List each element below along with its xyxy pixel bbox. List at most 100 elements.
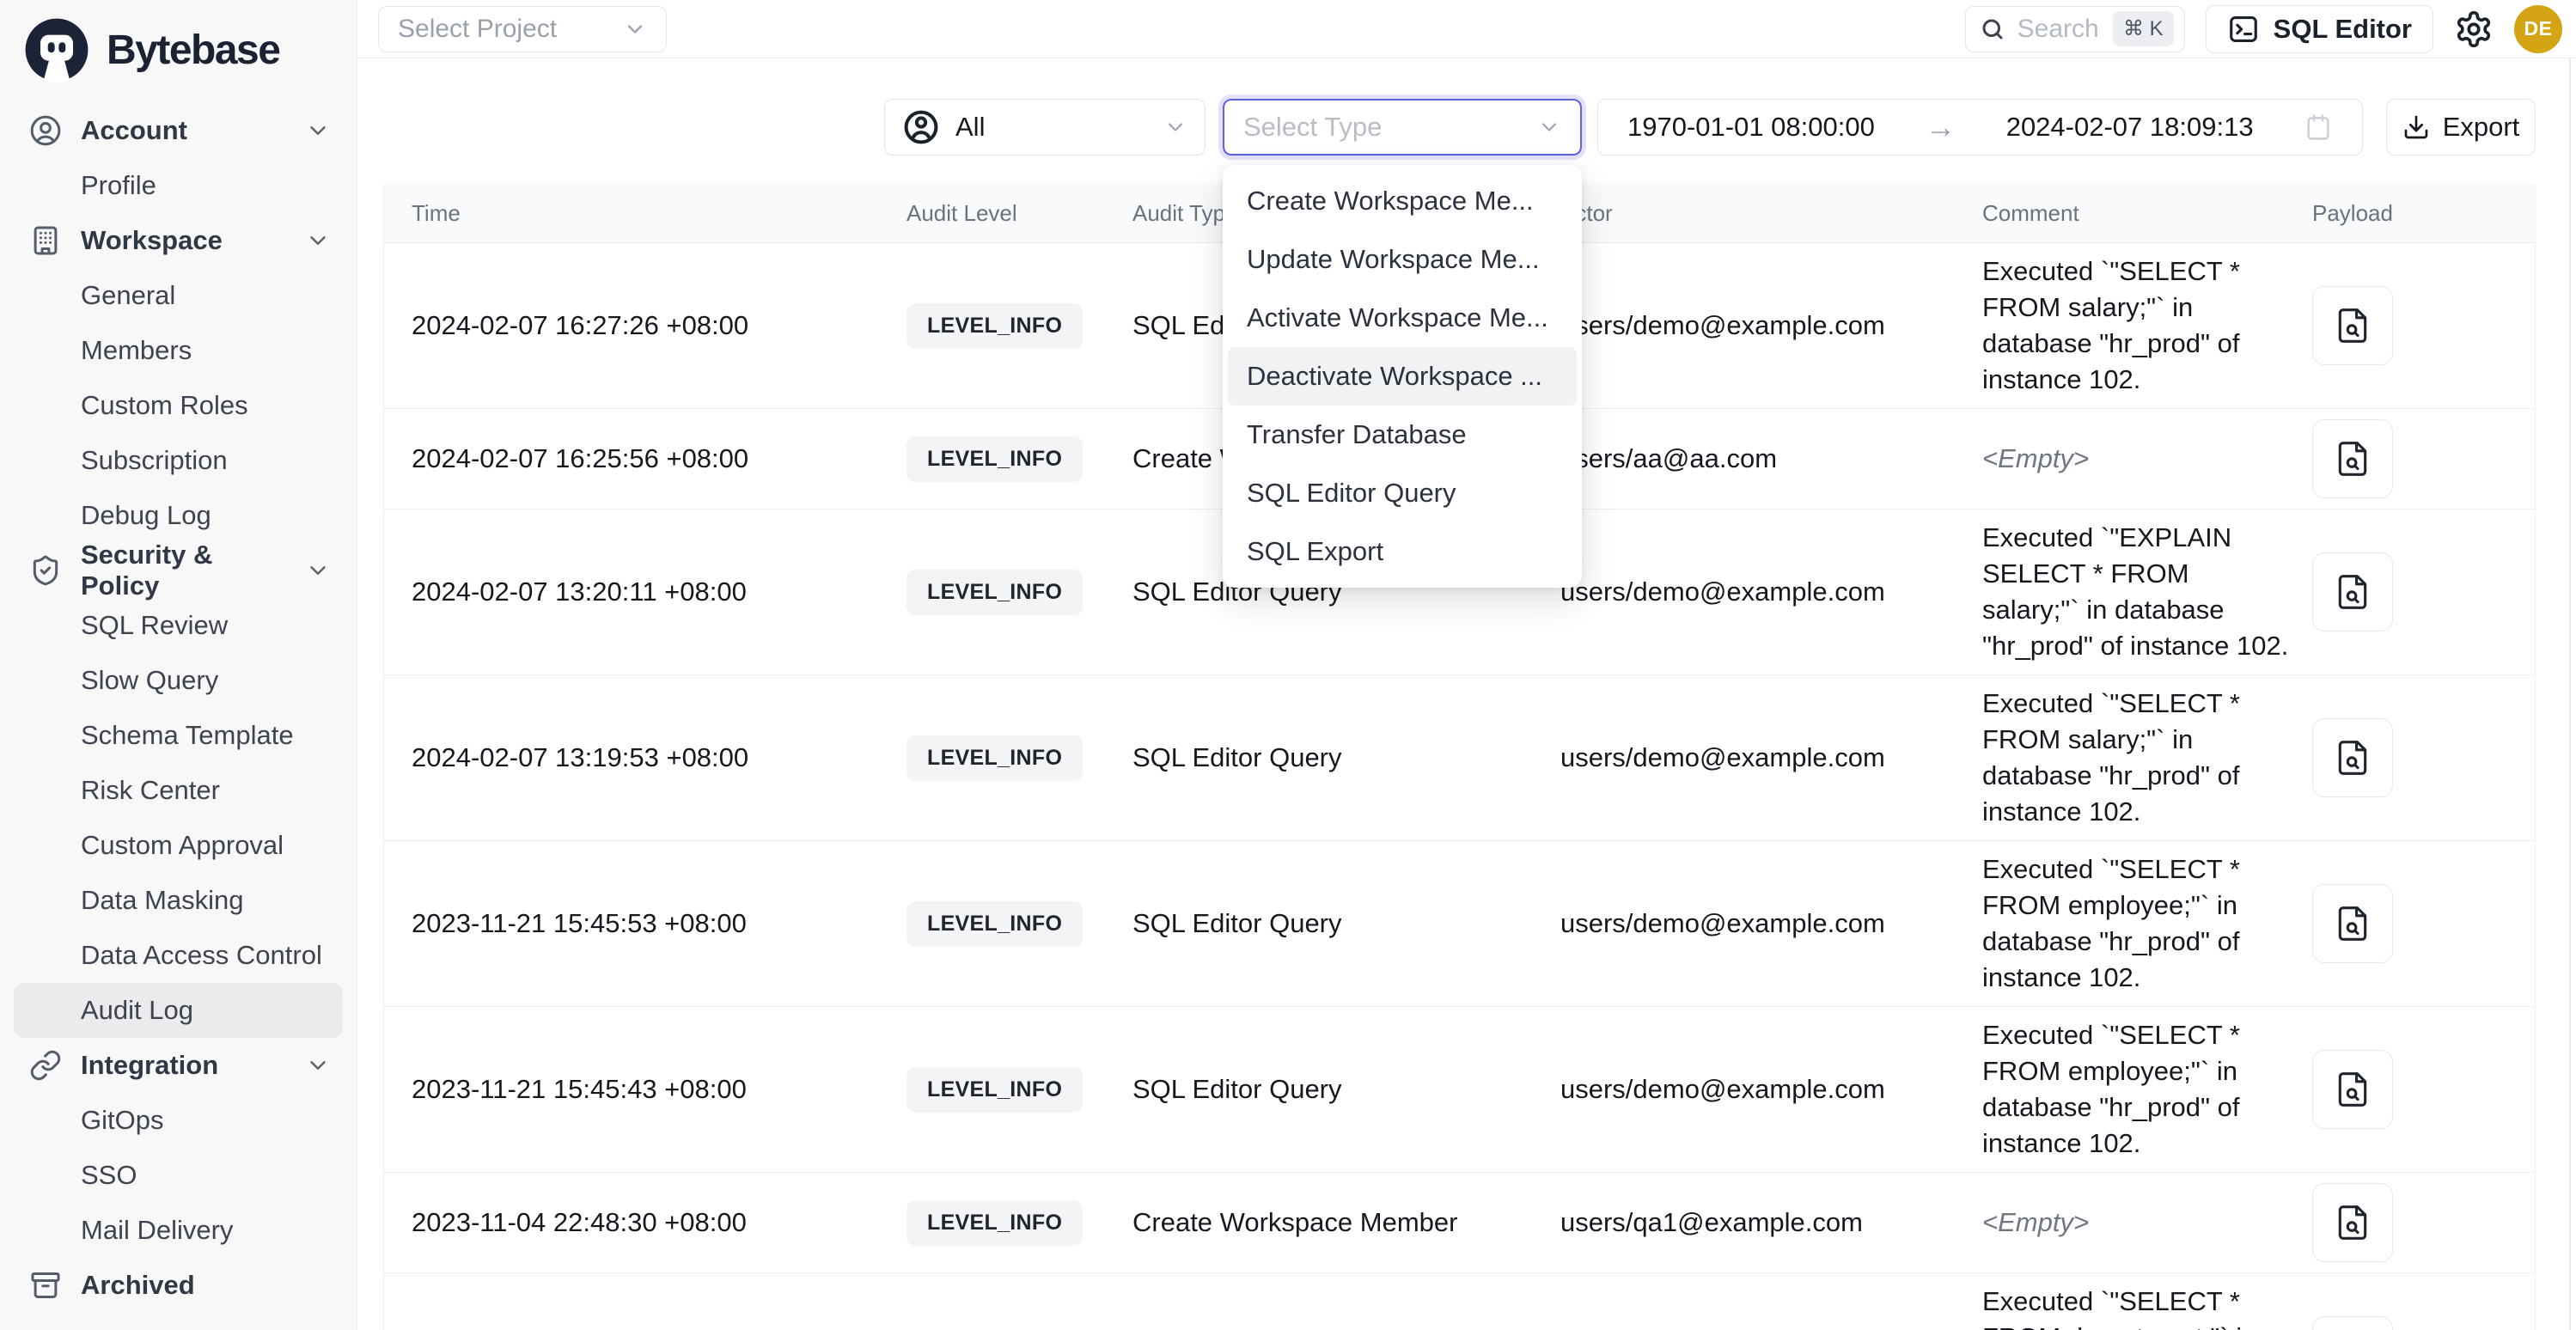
payload-view-button[interactable]: [2312, 1050, 2393, 1129]
chevron-down-icon: [305, 228, 331, 253]
sidebar-item-label: Schema Template: [81, 720, 294, 751]
table-row: 2023-11-21 15:45:53 +08:00 LEVEL_INFO SQ…: [384, 841, 2535, 1007]
topbar-right: Search ⌘ K SQL Editor DE: [1965, 5, 2562, 53]
payload-view-button[interactable]: [2312, 419, 2393, 498]
chevron-down-icon: [305, 1052, 331, 1078]
payload-view-button[interactable]: [2312, 1316, 2393, 1330]
payload-view-button[interactable]: [2312, 552, 2393, 631]
payload-view-button[interactable]: [2312, 1183, 2393, 1262]
cell-actor: users/demo@example.com: [1560, 310, 1982, 341]
sidebar-item-risk-center[interactable]: Risk Center: [0, 763, 357, 818]
sidebar-item-label: SSO: [81, 1160, 137, 1191]
file-search-icon: [2334, 1204, 2372, 1242]
actor-filter-value: All: [955, 112, 985, 143]
cell-comment: Executed `"SELECT * FROM employee;"` in …: [1982, 851, 2312, 996]
audit-level-badge: LEVEL_INFO: [906, 735, 1083, 781]
sidebar-item-account[interactable]: Account: [0, 103, 357, 158]
file-search-icon: [2334, 440, 2372, 478]
type-option-update-workspace-me[interactable]: Update Workspace Me...: [1228, 230, 1577, 289]
sidebar-item-general[interactable]: General: [0, 268, 357, 323]
actor-filter-select[interactable]: All: [884, 99, 1206, 156]
column-header-time: Time: [384, 200, 906, 227]
bytebase-logo-icon: [24, 17, 89, 82]
cell-audit-level: LEVEL_INFO: [906, 1067, 1132, 1113]
sidebar-item-security-policy[interactable]: Security & Policy: [0, 543, 357, 598]
sidebar-item-audit-log[interactable]: Audit Log: [14, 983, 343, 1038]
file-search-icon: [2334, 1071, 2372, 1108]
cell-comment: Executed `"SELECT * FROM salary;"` in da…: [1982, 686, 2312, 830]
sidebar-item-members[interactable]: Members: [0, 323, 357, 378]
sidebar-item-integration[interactable]: Integration: [0, 1038, 357, 1093]
type-filter-select[interactable]: Select Type: [1223, 99, 1582, 156]
sidebar-item-workspace[interactable]: Workspace: [0, 213, 357, 268]
search-icon: [1980, 16, 2005, 42]
terminal-icon: [2227, 13, 2260, 46]
export-label: Export: [2443, 112, 2520, 143]
sidebar-item-label: Audit Log: [81, 995, 193, 1026]
cell-comment: Executed `"EXPLAIN SELECT * FROM salary;…: [1982, 520, 2312, 664]
brand-name: Bytebase: [107, 27, 279, 74]
sql-editor-button[interactable]: SQL Editor: [2206, 5, 2433, 53]
cell-time: 2023-11-21 15:45:53 +08:00: [384, 908, 906, 939]
type-option-transfer-database[interactable]: Transfer Database: [1228, 406, 1577, 464]
search-shortcut-kbd: ⌘ K: [2113, 11, 2174, 46]
topbar: Select Project Search ⌘ K SQL Editor DE: [357, 0, 2576, 58]
sidebar-item-sso[interactable]: SSO: [0, 1148, 357, 1203]
cell-comment: Executed `"SELECT * FROM department;"` i…: [1982, 1284, 2312, 1330]
sidebar-item-archived[interactable]: Archived: [0, 1258, 357, 1313]
sidebar-item-schema-template[interactable]: Schema Template: [0, 708, 357, 763]
type-filter-dropdown: Create Workspace Me...Update Workspace M…: [1223, 165, 1582, 588]
audit-level-badge: LEVEL_INFO: [906, 303, 1083, 349]
cell-audit-level: LEVEL_INFO: [906, 570, 1132, 615]
sidebar-item-debug-log[interactable]: Debug Log: [0, 488, 357, 543]
table-row: 2023-11-21 15:45:43 +08:00 LEVEL_INFO SQ…: [384, 1007, 2535, 1173]
sidebar-item-data-access-control[interactable]: Data Access Control: [0, 928, 357, 983]
cell-audit-type: SQL Editor Query: [1132, 1074, 1560, 1105]
sidebar-item-label: Members: [81, 335, 192, 366]
column-header-actor: Actor: [1560, 200, 1982, 227]
date-range-picker[interactable]: 1970-01-01 08:00:00 → 2024-02-07 18:09:1…: [1597, 99, 2363, 156]
sidebar-item-label: Risk Center: [81, 775, 220, 806]
cell-actor: users/demo@example.com: [1560, 908, 1982, 939]
type-option-activate-workspace-me[interactable]: Activate Workspace Me...: [1228, 289, 1577, 347]
archive-icon: [29, 1269, 62, 1302]
avatar[interactable]: DE: [2514, 5, 2562, 53]
cell-time: 2024-02-07 13:19:53 +08:00: [384, 742, 906, 773]
sidebar-item-data-masking[interactable]: Data Masking: [0, 873, 357, 928]
search-input[interactable]: Search ⌘ K: [1965, 6, 2185, 52]
project-select[interactable]: Select Project: [378, 6, 667, 52]
payload-view-button[interactable]: [2312, 718, 2393, 797]
sidebar-item-gitops[interactable]: GitOps: [0, 1093, 357, 1148]
type-option-deactivate-workspace[interactable]: Deactivate Workspace ...: [1228, 347, 1577, 406]
gear-icon[interactable]: [2454, 9, 2494, 49]
sidebar-item-slow-query[interactable]: Slow Query: [0, 653, 357, 708]
cell-comment: Executed `"SELECT * FROM salary;"` in da…: [1982, 253, 2312, 398]
sidebar-item-profile[interactable]: Profile: [0, 158, 357, 213]
arrow-right-icon: →: [1925, 109, 1956, 145]
sidebar-item-custom-approval[interactable]: Custom Approval: [0, 818, 357, 873]
sidebar-nav: Account Profile Workspace General Member…: [0, 96, 357, 1313]
type-option-create-workspace-me[interactable]: Create Workspace Me...: [1228, 172, 1577, 230]
link-icon: [29, 1049, 62, 1082]
sidebar-item-sql-review[interactable]: SQL Review: [0, 598, 357, 653]
type-option-sql-editor-query[interactable]: SQL Editor Query: [1228, 464, 1577, 522]
cell-actor: users/demo@example.com: [1560, 577, 1982, 607]
sidebar-item-custom-roles[interactable]: Custom Roles: [0, 378, 357, 433]
sql-editor-label: SQL Editor: [2274, 14, 2412, 45]
cell-audit-level: LEVEL_INFO: [906, 436, 1132, 482]
audit-level-badge: LEVEL_INFO: [906, 1067, 1083, 1113]
date-range-start: 1970-01-01 08:00:00: [1627, 112, 1875, 143]
bytebase-logo[interactable]: Bytebase: [0, 0, 357, 96]
payload-view-button[interactable]: [2312, 286, 2393, 365]
cell-audit-type: Create Workspace Member: [1132, 1207, 1560, 1238]
sidebar: Bytebase Account Profile Workspace Gener…: [0, 0, 357, 1330]
sidebar-item-mail-delivery[interactable]: Mail Delivery: [0, 1203, 357, 1258]
cell-audit-type: SQL Editor Query: [1132, 908, 1560, 939]
sidebar-item-subscription[interactable]: Subscription: [0, 433, 357, 488]
export-button[interactable]: Export: [2386, 99, 2536, 156]
cell-time: 2024-02-07 13:20:11 +08:00: [384, 577, 906, 607]
payload-view-button[interactable]: [2312, 884, 2393, 963]
type-option-sql-export[interactable]: SQL Export: [1228, 522, 1577, 581]
table-row: 2023-11-04 21:26:34 +08:00 LEVEL_INFO SQ…: [384, 1273, 2535, 1330]
scrollbar-track[interactable]: [2569, 58, 2571, 1330]
